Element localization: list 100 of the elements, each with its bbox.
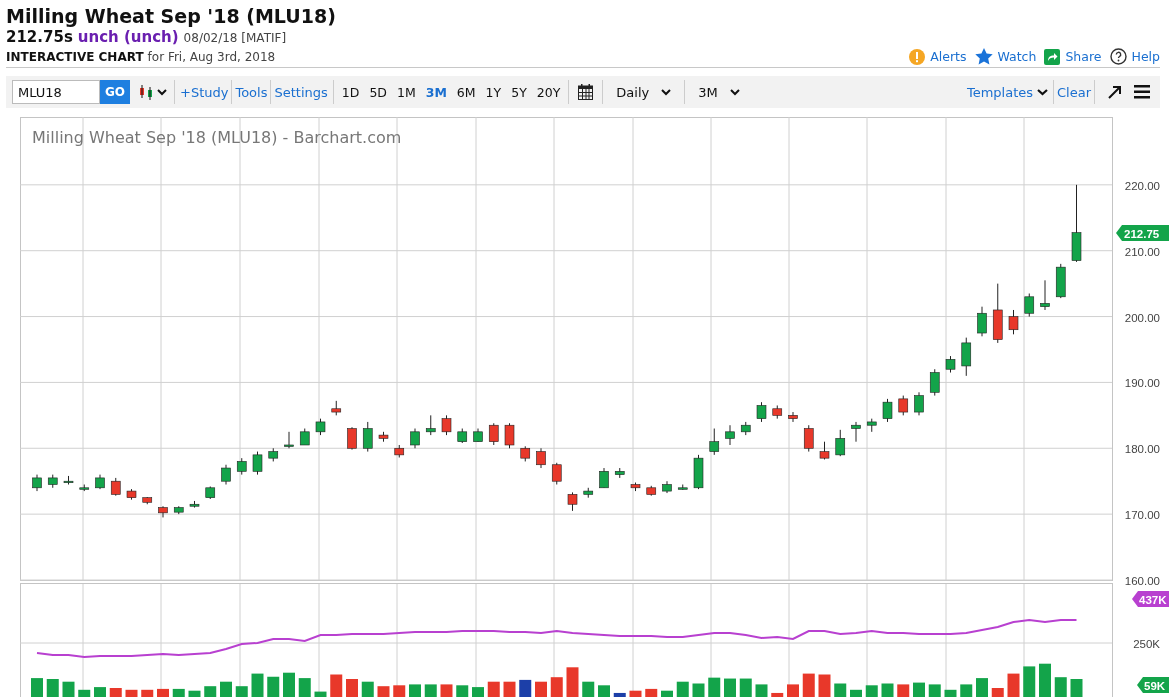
candle [47, 474, 58, 489]
candle [599, 467, 609, 489]
arrow-icon[interactable] [1108, 85, 1122, 99]
toolbar-link[interactable]: Settings [272, 84, 330, 100]
candle [331, 400, 342, 416]
axis-label: 180.00 [1124, 443, 1160, 456]
caret-icon [661, 88, 672, 96]
candle [205, 486, 216, 500]
candle [992, 283, 1003, 344]
period-tab[interactable]: 1Y [480, 84, 507, 100]
header-link[interactable]: Share [1044, 48, 1102, 65]
candle [551, 462, 562, 485]
period-tab[interactable]: 20Y [531, 84, 566, 100]
interval-dropdown[interactable]: Daily [606, 84, 682, 100]
candle [252, 451, 263, 476]
candle [126, 488, 137, 501]
candle [583, 487, 594, 499]
candle [457, 428, 468, 444]
period-tab[interactable]: 3M [420, 84, 452, 100]
candle [788, 411, 798, 423]
help-icon [1109, 48, 1127, 65]
candle [772, 404, 783, 420]
candle [520, 445, 531, 462]
period-tab[interactable]: 1M [391, 84, 421, 100]
axis-label: 200.00 [1124, 311, 1160, 324]
candle [362, 421, 373, 453]
candle [410, 428, 420, 449]
last-price-badge: 212.75 [1116, 225, 1169, 241]
go-button[interactable]: GO [100, 80, 130, 104]
candle [1008, 309, 1019, 335]
candle [110, 477, 121, 497]
candle [677, 484, 688, 491]
caret-icon [157, 88, 167, 96]
candle [709, 428, 720, 456]
axis-label: 210.00 [1124, 245, 1160, 258]
candle [646, 485, 657, 497]
candle [866, 418, 877, 433]
open-interest-badge: 437K [1132, 591, 1169, 607]
calendar-icon[interactable] [578, 84, 594, 100]
candle [473, 428, 483, 443]
candle [914, 391, 924, 416]
header-link[interactable]: Alerts [909, 48, 967, 65]
candle [1040, 279, 1050, 311]
templates-dropdown[interactable]: Templates [962, 84, 1052, 100]
candle [898, 395, 909, 416]
axis-label: 190.00 [1124, 377, 1160, 390]
candle [173, 505, 184, 515]
candle [929, 368, 940, 397]
chart-title: Milling Wheat Sep '18 (MLU18) - Barchart.com [32, 128, 402, 147]
star-icon [974, 48, 993, 65]
candle [221, 464, 231, 485]
candle [189, 500, 200, 509]
candle [693, 454, 704, 490]
header-link[interactable]: Watch [974, 48, 1037, 65]
candle [142, 496, 153, 505]
chart-heading: INTERACTIVE CHART [6, 49, 144, 66]
menu-icon[interactable] [1134, 85, 1150, 99]
share-icon [1044, 48, 1061, 65]
caret-icon [1037, 88, 1048, 96]
candle [32, 474, 42, 492]
candle [819, 441, 830, 460]
candle [567, 491, 578, 512]
axis-label: 170.00 [1124, 509, 1160, 522]
candle [284, 431, 294, 449]
candle [95, 474, 105, 490]
candle [425, 414, 436, 436]
candle [315, 418, 326, 436]
period-tab[interactable]: 5Y [506, 84, 532, 100]
header-link[interactable]: Help [1109, 48, 1160, 65]
toolbar-link[interactable]: +Study [178, 84, 231, 100]
candle [378, 431, 389, 443]
candle [740, 421, 751, 436]
symbol-field[interactable]: MLU18 [12, 80, 100, 104]
period-tab[interactable]: 5D [364, 84, 392, 100]
candle [851, 421, 861, 443]
candle [614, 467, 625, 479]
candle [63, 475, 74, 485]
candle [977, 306, 987, 337]
candle [158, 505, 168, 518]
axis-label: 250K [1133, 638, 1160, 650]
candle [1055, 263, 1066, 299]
toolbar-link[interactable]: Tools [233, 84, 270, 100]
period-tab[interactable]: 6M [451, 84, 481, 100]
candle [268, 447, 279, 462]
candle [79, 484, 90, 492]
last-price: 212.75s [6, 28, 73, 47]
candle [236, 457, 247, 476]
range-dropdown[interactable]: 3M [688, 84, 750, 100]
candle [536, 447, 546, 469]
candle [756, 401, 767, 423]
candle [394, 444, 405, 458]
alert-icon [909, 48, 926, 65]
page-title: Milling Wheat Sep '18 (MLU18) [6, 4, 336, 28]
clear-link[interactable]: Clear [1055, 84, 1093, 100]
candle [488, 422, 499, 446]
axis-label: 160.00 [1124, 575, 1160, 587]
candle [882, 398, 893, 423]
candle [299, 428, 310, 446]
period-tab[interactable]: 1D [336, 84, 365, 100]
chart-date: for Fri, Aug 3rd, 2018 [147, 49, 276, 66]
